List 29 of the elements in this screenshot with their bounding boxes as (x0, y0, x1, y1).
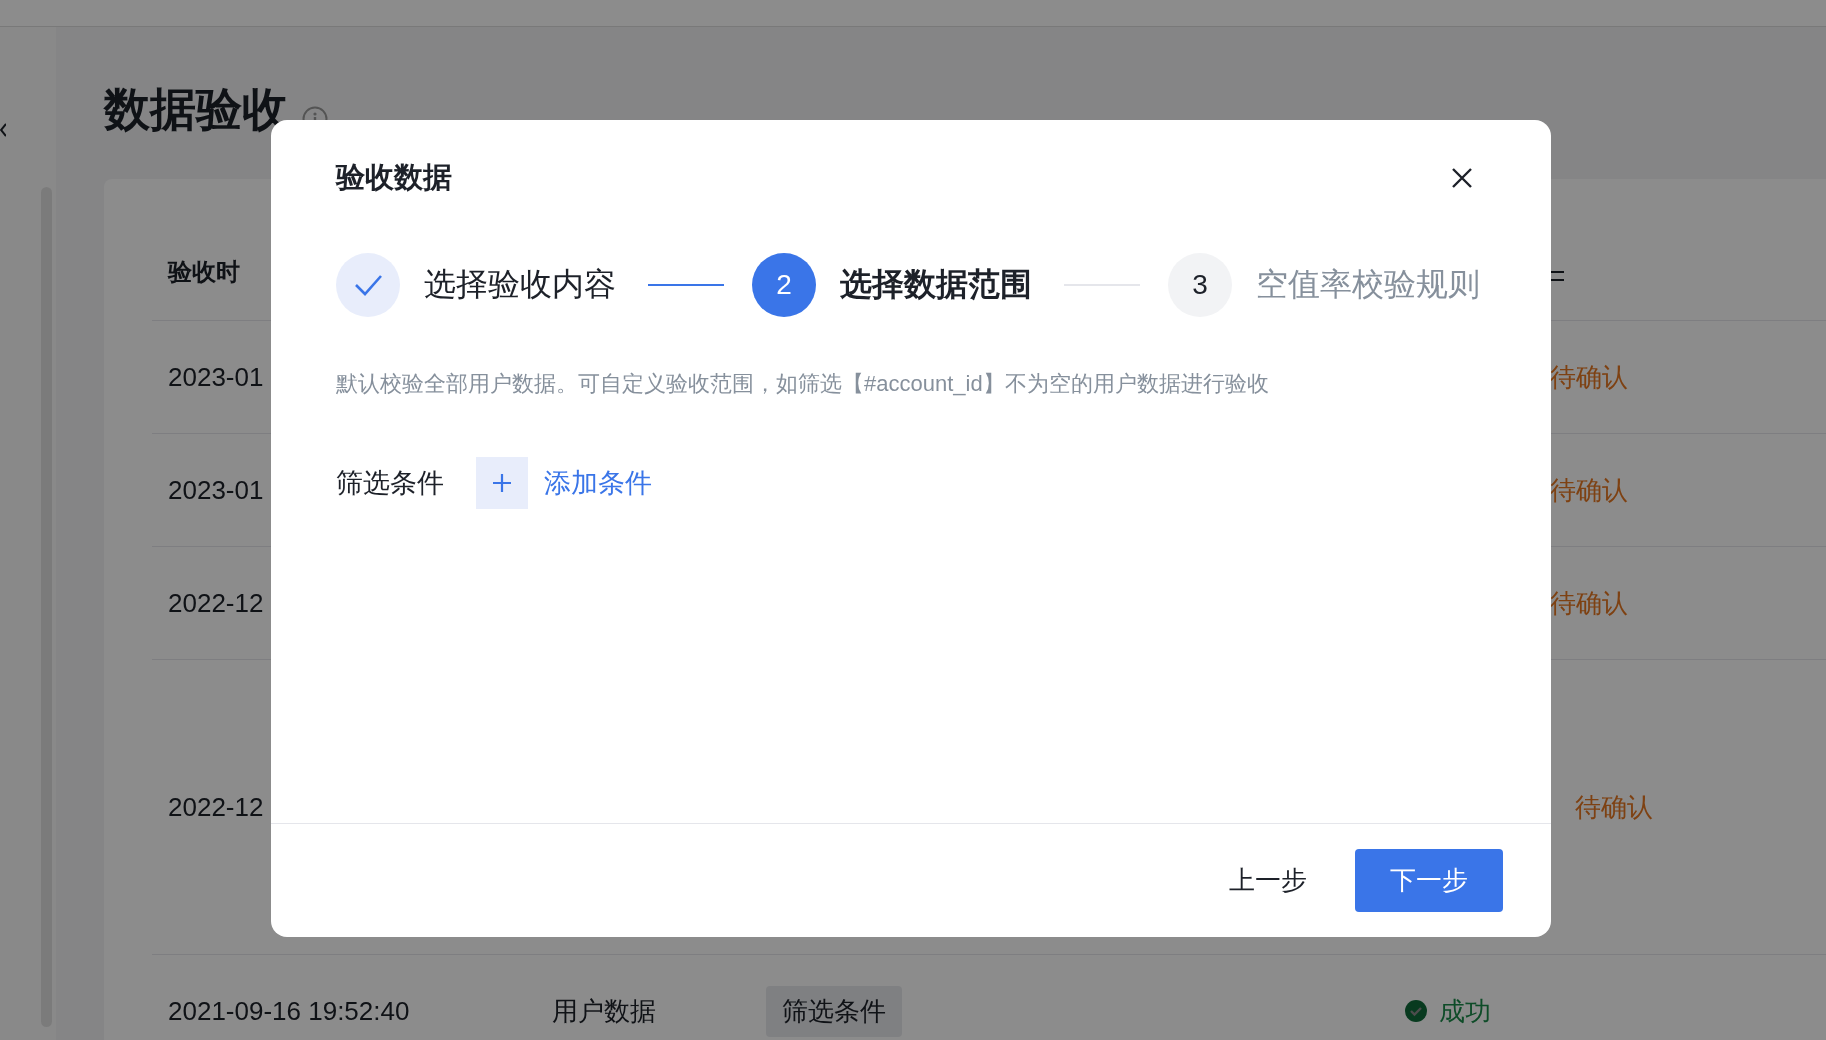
table-cell: 2023-01 (168, 361, 264, 392)
close-icon[interactable] (1451, 167, 1473, 189)
status-text: 待确认 (1575, 790, 1653, 824)
table-cell: 2021-09-16 19:52:40 (168, 995, 410, 1026)
status-text: 待确认 (1550, 360, 1628, 394)
step-label: 选择验收内容 (424, 265, 616, 304)
scope-tag: 筛选条件 (766, 985, 902, 1037)
dialog-title: 验收数据 (336, 160, 452, 195)
filter-label: 筛选条件 (336, 467, 444, 500)
chevron-icon[interactable] (0, 123, 6, 137)
table-cell: 2023-01 (168, 474, 264, 505)
plus-icon (491, 472, 513, 494)
next-button[interactable]: 下一步 (1355, 849, 1503, 912)
step-circle[interactable]: 2 (752, 253, 816, 317)
add-condition-link[interactable]: 添加条件 (544, 465, 652, 501)
description-text: 默认校验全部用户数据。可自定义验收范围，如筛选【#account_id】不为空的用户数据进行验收 (335, 370, 1270, 398)
back-button[interactable]: 上一步 (1229, 849, 1307, 912)
column-header: 验收时 (168, 257, 240, 287)
step-label: 空值率校验规则 (1256, 265, 1480, 304)
status-text: 待确认 (1550, 473, 1628, 507)
status-text: 待确认 (1550, 586, 1628, 620)
step-label: 选择数据范围 (840, 265, 1032, 304)
success-icon (1405, 1000, 1427, 1022)
step-circle[interactable]: 3 (1168, 253, 1232, 317)
table-cell: 2022-12 (168, 587, 264, 618)
table-cell-text: 用户数据 (552, 994, 657, 1028)
add-button[interactable] (476, 457, 528, 509)
status-text: 成功 (1439, 994, 1491, 1028)
table-cell: 2022-12 (168, 791, 264, 822)
